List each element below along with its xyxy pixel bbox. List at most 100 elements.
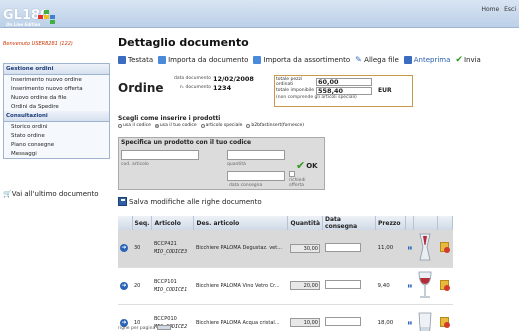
save-rows-label: Salva modifiche alle righe documento — [129, 197, 262, 206]
radio-usa-il-codice[interactable]: usa il codice — [118, 123, 151, 128]
row-quantity-input[interactable]: 10,00 — [289, 318, 320, 327]
document-rows-table: Seq. Articolo Des. articolo Quantità Dat… — [118, 216, 454, 331]
sidebar-item-ordine-da-file[interactable]: Nuovo ordine da file — [4, 93, 109, 102]
ok-label: OK — [306, 161, 318, 170]
row-description: Bicchiere PALOMA Acqua cristal... — [193, 304, 288, 331]
table-row: ➜ 20 BCCP101 MIO_CODICE1 Bicchiere PALOMA… — [118, 267, 453, 305]
save-rows-button[interactable]: Salva modifiche alle righe documento — [118, 197, 262, 206]
col-articolo: Articolo — [151, 216, 195, 230]
save-icon — [118, 197, 127, 206]
row-detail-link[interactable]: ▮▮ — [408, 245, 412, 250]
import-document-label: Importa da documento — [168, 56, 249, 64]
sidebar-section-consultazioni: Consultazioni — [4, 111, 109, 122]
paperclip-icon: ✎ — [355, 55, 362, 64]
document-number-value: 1234 — [213, 83, 232, 92]
document-date-value: 12/02/2008 — [213, 74, 254, 83]
radio-usa-il-tuo-codice[interactable]: usa il tuo codice — [154, 123, 197, 128]
row-quantity-input[interactable]: 30,00 — [289, 243, 320, 253]
delete-row-icon[interactable] — [439, 242, 450, 254]
last-document-label: Vai all'ultimo documento — [11, 190, 99, 198]
row-quantity-input[interactable]: 20,00 — [289, 281, 320, 290]
delete-row-icon[interactable] — [439, 316, 450, 328]
row-code: BCCP101 MIO_CODICE1 — [151, 267, 194, 305]
sidebar-item-nuovo-ordine[interactable]: Inserimento nuovo ordine — [4, 75, 109, 84]
sidebar-section-gestione-ordini: Gestione ordini — [4, 64, 109, 75]
rows-per-page-select[interactable] — [156, 325, 171, 330]
sidebar-item-piano-consegne[interactable]: Piano consegne — [4, 140, 109, 149]
welcome-text: Benvenuto USER8281 (122) — [3, 41, 73, 47]
app-tagline: On Line Edition — [6, 22, 41, 27]
testata-button[interactable]: Testata — [118, 56, 153, 64]
cart-icon: 🛒 — [3, 190, 12, 198]
send-check-icon: ✔ — [455, 55, 463, 65]
document-icon — [118, 56, 126, 64]
sidebar-item-nuova-offerta[interactable]: Inserimento nuovo offerta — [4, 84, 109, 93]
last-document-link[interactable]: 🛒Vai all'ultimo documento — [3, 190, 99, 198]
attach-file-label: Allega file — [364, 56, 399, 64]
total-pieces-label: totale pezzi ordinati — [276, 76, 303, 87]
col-descrizione: Des. articolo — [193, 216, 289, 230]
order-fields: data documento 12/02/2008 n. documento 1… — [168, 74, 254, 92]
document-number-label: n. documento — [179, 85, 211, 90]
row-date-input[interactable] — [324, 280, 361, 289]
totals-box: totale pezzi ordinati 60,00 totale impon… — [274, 75, 413, 107]
import-assortment-button[interactable]: Importa da assortimento — [253, 56, 350, 64]
sidebar-item-stato-ordine[interactable]: Stato ordine — [4, 131, 109, 140]
row-date-input[interactable] — [324, 317, 361, 326]
sidebar-item-messaggi[interactable]: Messaggi — [4, 149, 109, 158]
code-input[interactable] — [121, 150, 199, 160]
sidebar-item-storico-ordini[interactable]: Storico ordini — [4, 122, 109, 131]
sidebar-item-ordini-da-spedire[interactable]: Ordini da Spedire — [4, 102, 109, 111]
import-assortment-label: Importa da assortimento — [263, 56, 351, 64]
preview-icon — [403, 56, 412, 64]
row-seq: 20 — [132, 267, 152, 305]
preview-button[interactable]: Anteprima — [403, 56, 451, 64]
home-link[interactable]: Home — [481, 6, 499, 13]
total-amount-value: 558,40 — [316, 86, 372, 95]
preview-label: Anteprima — [413, 56, 451, 64]
quantity-input[interactable] — [227, 150, 285, 160]
header-links: Home Esci — [478, 6, 516, 13]
totals-note: (non comprende gli articoli speciali) — [276, 95, 357, 100]
row-detail-link[interactable]: ▮▮ — [408, 320, 412, 325]
product-spec-title: Specifica un prodotto con il tuo codice — [121, 139, 252, 146]
import-document-button[interactable]: Importa da documento — [158, 56, 248, 64]
row-arrow-icon[interactable]: ➜ — [120, 244, 128, 253]
insert-method-options: usa il codice usa il tuo codice articolo… — [118, 123, 418, 128]
col-quantita: Quantità — [287, 216, 324, 230]
logout-link[interactable]: Esci — [504, 6, 516, 13]
testata-label: Testata — [128, 56, 154, 64]
attach-file-button[interactable]: ✎ Allega file — [355, 55, 399, 65]
main-content: Dettaglio documento Testata Importa da d… — [118, 36, 518, 206]
delete-row-icon[interactable] — [439, 279, 450, 291]
logo-yellow-block — [44, 15, 49, 19]
quantity-caption: quantità — [227, 162, 246, 167]
delivery-date-input[interactable] — [227, 171, 285, 181]
product-spec-box: Specifica un prodotto con il tuo codice … — [118, 137, 325, 190]
water-glass-icon — [418, 312, 432, 331]
send-button[interactable]: ✔ Invia — [455, 55, 480, 65]
request-offer-checkbox[interactable] — [289, 171, 295, 177]
order-summary: Ordine data documento 12/02/2008 n. docu… — [118, 73, 418, 110]
col-link — [405, 216, 415, 230]
ok-button[interactable]: ✔ OK — [296, 159, 318, 172]
page-title: Dettaglio documento — [118, 36, 249, 49]
row-arrow-icon[interactable]: ➜ — [120, 281, 128, 290]
row-detail-link[interactable]: ▮▮ — [408, 283, 412, 288]
row-price: 11,00 — [375, 230, 406, 268]
logo-red-block — [38, 15, 43, 19]
radio-b2bfastinsert[interactable]: b2bfastinsert(fornesce) — [246, 123, 304, 128]
row-price: 9,40 — [375, 267, 406, 305]
currency-label: EUR — [378, 87, 392, 94]
send-label: Invia — [463, 56, 481, 64]
logo-green-block-2 — [50, 20, 55, 24]
col-delete — [437, 216, 454, 230]
rows-per-page-label: righe per pagina — [118, 326, 156, 331]
import-icon — [158, 56, 167, 64]
radio-articolo-speciale[interactable]: articolo speciale — [200, 123, 242, 128]
sidebar: Gestione ordini Inserimento nuovo ordine… — [3, 63, 110, 159]
delivery-date-caption: data consegna — [229, 183, 263, 188]
wine-glass-icon — [418, 271, 432, 297]
check-icon: ✔ — [296, 159, 306, 172]
row-date-input[interactable] — [324, 242, 361, 252]
